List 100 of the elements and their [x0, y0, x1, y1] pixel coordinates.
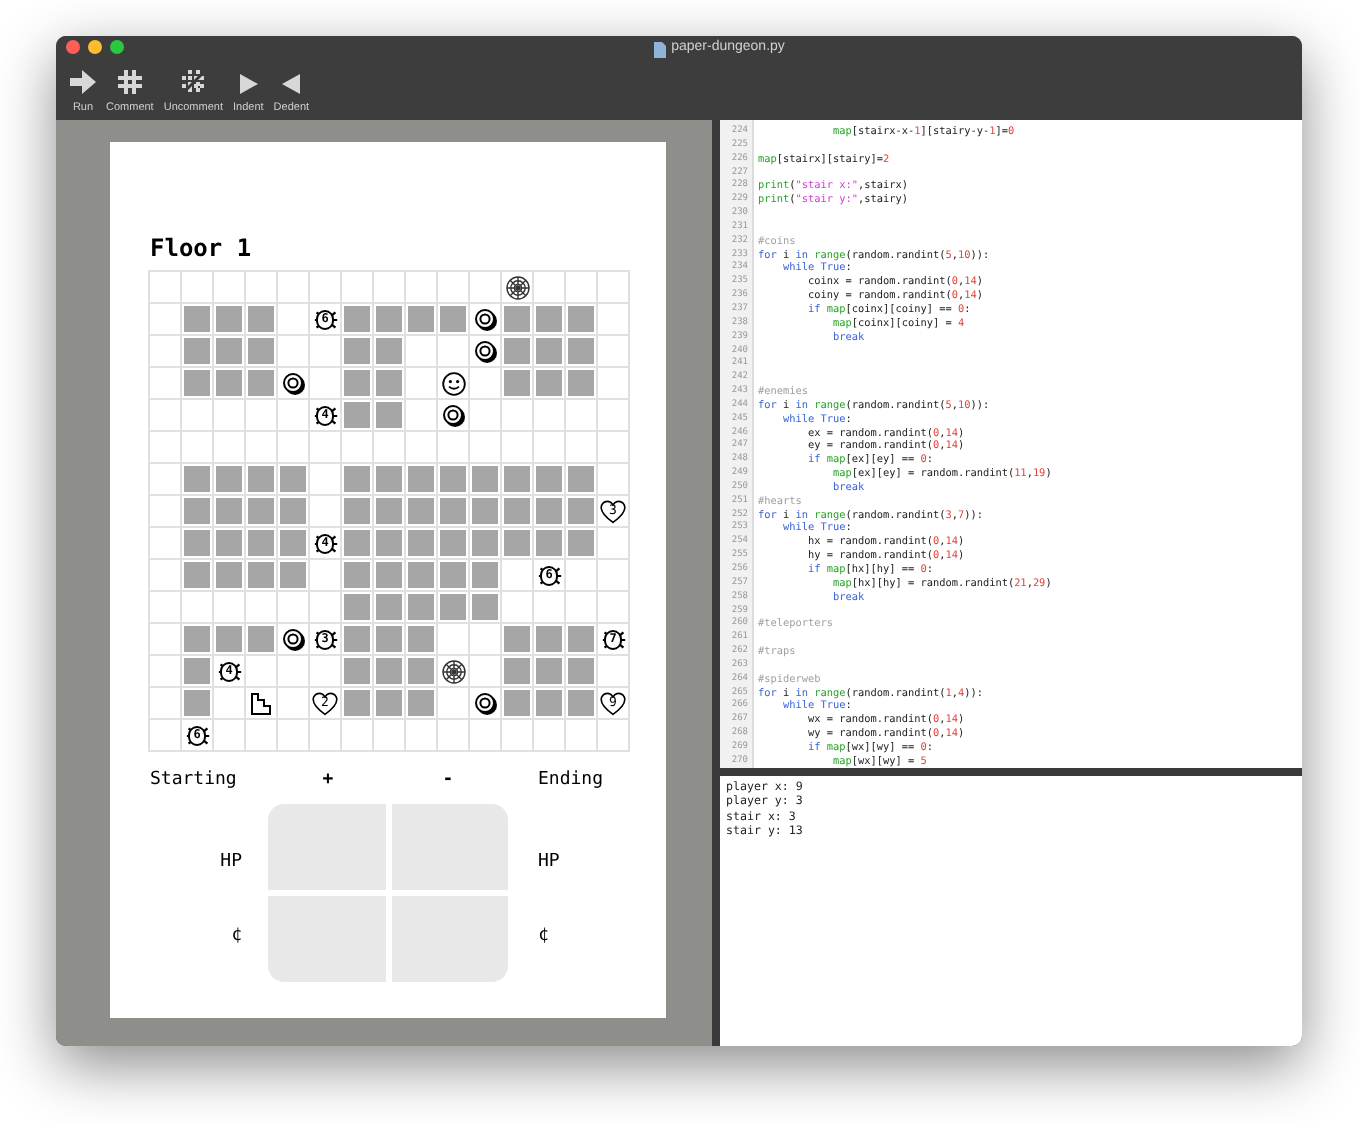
floor-tile [246, 400, 276, 430]
wall-tile [470, 560, 500, 590]
stat-label: ¢ [538, 926, 549, 948]
wall-tile [502, 496, 532, 526]
close-button[interactable] [66, 40, 80, 54]
minus-label: - [440, 770, 456, 792]
wall-tile [438, 464, 468, 494]
wall-tile [534, 496, 564, 526]
minimize-button[interactable] [88, 40, 102, 54]
wall-tile [534, 336, 564, 366]
ending-label: Ending [536, 770, 606, 792]
wall-tile [534, 656, 564, 686]
wall-tile [246, 464, 276, 494]
wall-tile [502, 624, 532, 654]
wall-tile [374, 592, 404, 622]
wall-tile [182, 528, 212, 558]
floor-tile [470, 624, 500, 654]
floor-tile [374, 272, 404, 302]
wall-tile [502, 368, 532, 398]
floor-tile [150, 656, 180, 686]
floor-tile [150, 528, 180, 558]
wall-tile [374, 528, 404, 558]
hash-slash-icon [181, 70, 206, 94]
floor-title: Floor 1 [150, 234, 254, 262]
wall-tile [438, 528, 468, 558]
wall-tile [214, 528, 244, 558]
floor-tile [598, 304, 628, 334]
zoom-button[interactable] [110, 40, 124, 54]
wall-tile [246, 560, 276, 590]
wall-tile [566, 656, 596, 686]
floor-tile [182, 592, 212, 622]
arrow-right-icon [70, 70, 96, 94]
wall-tile [470, 496, 500, 526]
wall-tile [438, 496, 468, 526]
floor-tile [566, 272, 596, 302]
wall-tile [342, 336, 372, 366]
floor-tile [150, 560, 180, 590]
floor-tile [406, 720, 436, 750]
wall-tile [406, 560, 436, 590]
floor-tile [278, 432, 308, 462]
wall-tile [214, 560, 244, 590]
floor-tile [342, 272, 372, 302]
floor-tile [182, 272, 212, 302]
floor-tile [150, 336, 180, 366]
floor-tile [598, 432, 628, 462]
wall-tile [406, 528, 436, 558]
floor-tile [502, 720, 532, 750]
wall-tile [246, 496, 276, 526]
wall-tile [182, 464, 212, 494]
floor-tile [150, 624, 180, 654]
wall-tile [502, 464, 532, 494]
floor-tile [598, 560, 628, 590]
file-icon [653, 41, 666, 57]
wall-tile [406, 688, 436, 718]
wall-tile [470, 592, 500, 622]
floor-tile [214, 592, 244, 622]
floor-tile [598, 400, 628, 430]
plus-label: + [320, 770, 336, 792]
floor-tile [566, 432, 596, 462]
floor-tile [150, 400, 180, 430]
wall-tile [182, 304, 212, 334]
wall-tile [406, 624, 436, 654]
wall-tile [374, 368, 404, 398]
floor-tile [150, 464, 180, 494]
floor-tile [566, 592, 596, 622]
floor-tile [438, 720, 468, 750]
wall-tile [214, 304, 244, 334]
stat-label: ¢ [231, 926, 242, 948]
wall-tile [534, 464, 564, 494]
wall-tile [342, 656, 372, 686]
wall-tile [406, 592, 436, 622]
wall-tile [342, 560, 372, 590]
floor-tile [374, 432, 404, 462]
wall-tile [342, 496, 372, 526]
wall-tile [342, 592, 372, 622]
wall-tile [566, 304, 596, 334]
floor-tile [278, 720, 308, 750]
floor-tile [502, 592, 532, 622]
floor-tile [598, 336, 628, 366]
wall-tile [438, 560, 468, 590]
wall-tile [374, 400, 404, 430]
floor-tile [502, 400, 532, 430]
floor-tile [566, 400, 596, 430]
floor-tile [214, 400, 244, 430]
floor-tile [246, 432, 276, 462]
wall-tile [374, 496, 404, 526]
wall-tile [534, 688, 564, 718]
wall-tile [374, 560, 404, 590]
floor-tile [278, 272, 308, 302]
floor-tile [150, 496, 180, 526]
wall-tile [566, 336, 596, 366]
wall-tile [502, 656, 532, 686]
floor-tile [150, 304, 180, 334]
floor-tile [342, 720, 372, 750]
wall-tile [406, 496, 436, 526]
floor-tile [150, 592, 180, 622]
floor-tile [182, 432, 212, 462]
floor-tile [534, 720, 564, 750]
floor-tile [310, 464, 340, 494]
floor-tile [150, 272, 180, 302]
